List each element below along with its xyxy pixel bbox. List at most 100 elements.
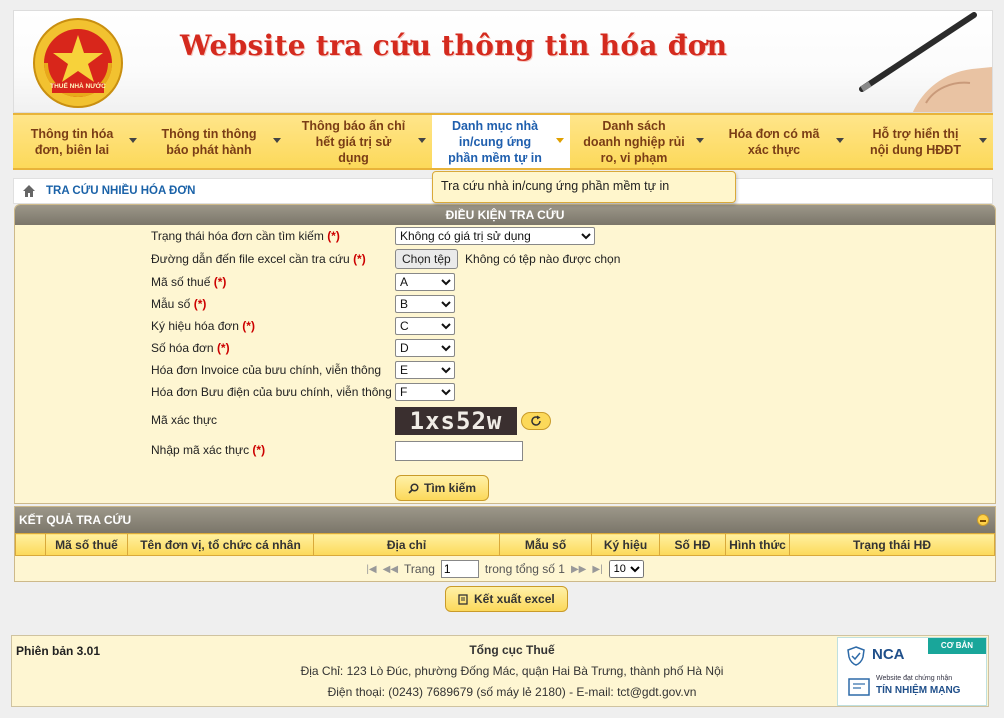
shield-icon (847, 646, 865, 666)
page-total-text: trong tổng số 1 (484, 562, 565, 576)
certificate-icon (848, 678, 870, 696)
required-mark: (*) (353, 252, 366, 266)
invoice-status-select[interactable]: Không có giá trị sử dụng (395, 227, 595, 245)
logo-text: THUẾ NHÀ NƯỚC (50, 83, 106, 90)
nav-item-risky-enterprises[interactable]: Danh sách doanh nghiệp rủi ro, vi phạm (570, 115, 710, 168)
required-mark: (*) (252, 443, 266, 457)
tax-code-label-text: Mã số thuế (151, 275, 211, 289)
required-mark: (*) (213, 275, 227, 289)
tax-emblem-logo[interactable] (32, 17, 124, 109)
footer: Phiên bản 3.01 Tổng cục Thuế Địa Chỉ: 12… (11, 635, 989, 707)
required-mark: (*) (193, 297, 207, 311)
column-header-template: Mẫu số (499, 533, 592, 556)
nav-item-label: Thông tin hóa đơn, biên lai (30, 126, 114, 157)
template-column-select[interactable]: B (395, 295, 455, 313)
pen-hand-illustration (859, 12, 992, 112)
captcha-label: Mã xác thực (151, 413, 218, 427)
template-label-text: Mẫu số (151, 297, 191, 311)
results-header-row: Mã số thuế Tên đơn vị, tổ chức cá nhân Đ… (15, 533, 995, 556)
first-page-icon[interactable]: |◀ (366, 564, 376, 575)
status-label: Trạng thái hóa đơn cần tìm kiếm (*) (151, 229, 340, 243)
captcha-image: 1xs52w (395, 407, 517, 435)
last-page-icon[interactable]: ▶| (592, 564, 602, 575)
pager: |◀ ◀◀ Trang trong tổng số 1 ▶▶ ▶| 10 (15, 556, 995, 582)
nav-item-label: Hỗ trợ hiển thị nội dung HĐĐT (870, 126, 961, 157)
chevron-down-icon (273, 138, 281, 143)
results-table: Mã số thuế Tên đơn vị, tổ chức cá nhân Đ… (15, 533, 995, 556)
export-icon (458, 593, 468, 605)
status-label-text: Trạng thái hóa đơn cần tìm kiếm (151, 229, 324, 243)
post-invoice-column-select[interactable]: F (395, 383, 455, 401)
column-header-symbol: Ký hiệu (591, 533, 660, 556)
home-icon[interactable] (22, 184, 36, 198)
search-button[interactable]: Tìm kiếm (395, 475, 490, 501)
refresh-captcha-button[interactable] (521, 412, 551, 430)
nav-item-label: Thông báo ấn chỉ hết giá trị sử dụng (301, 118, 406, 165)
nav-item-expired-forms[interactable]: Thông báo ấn chỉ hết giá trị sử dụng (287, 115, 432, 168)
collapse-icon[interactable] (977, 514, 989, 526)
previous-page-icon[interactable]: ◀◀ (383, 564, 398, 575)
refresh-icon (531, 415, 541, 426)
column-header-number: Số HĐ (659, 533, 726, 556)
chevron-down-icon (836, 138, 844, 143)
tax-code-label: Mã số thuế (*) (151, 275, 226, 289)
captcha-input[interactable] (395, 441, 523, 461)
invoice-number-label: Số hóa đơn (*) (151, 341, 230, 355)
tax-code-column-select[interactable]: A (395, 273, 455, 291)
column-header-checkbox (15, 533, 46, 556)
chevron-down-icon (696, 138, 704, 143)
column-header-form: Hình thức (725, 533, 790, 556)
nca-brand: NCA (872, 646, 905, 663)
nav-item-printer-catalog[interactable]: Danh mục nhà in/cung ứng phần mềm tự in (432, 115, 570, 168)
chevron-down-icon (129, 138, 137, 143)
required-mark: (*) (327, 229, 340, 243)
file-path-label: Đường dẫn đến file excel cần tra cứu (*) (151, 252, 366, 266)
results-title-text: KẾT QUẢ TRA CỨU (19, 513, 132, 527)
nav-item-einvoice-support[interactable]: Hỗ trợ hiển thị nội dung HĐĐT (850, 115, 993, 168)
chevron-down-icon (418, 138, 426, 143)
export-excel-button[interactable]: Kết xuất excel (445, 586, 568, 612)
page-label: Trang (404, 562, 435, 576)
chevron-down-icon (979, 138, 987, 143)
header-banner: THUẾ NHÀ NƯỚC Website tra cứu thông tin … (13, 10, 993, 113)
next-page-icon[interactable]: ▶▶ (571, 564, 586, 575)
nca-badge-tag: CƠ BẢN (928, 638, 986, 654)
nca-title: TÍN NHIỆM MẠNG (876, 685, 961, 696)
captcha-input-label-text: Nhập mã xác thực (151, 443, 250, 457)
page-number-input[interactable] (440, 560, 479, 578)
symbol-label: Ký hiệu hóa đơn (*) (151, 319, 255, 333)
nav-item-invoice-info[interactable]: Thông tin hóa đơn, biên lai (13, 115, 143, 168)
choose-file-button[interactable]: Chọn tệp (395, 249, 458, 269)
invoice-number-column-select[interactable]: D (395, 339, 455, 357)
search-icon (408, 482, 419, 494)
template-label: Mẫu số (*) (151, 297, 206, 311)
nav-item-release-notice[interactable]: Thông tin thông báo phát hành (143, 115, 287, 168)
invoice-number-label-text: Số hóa đơn (151, 341, 214, 355)
column-header-status: Trạng thái HĐ (789, 533, 995, 556)
invoice-post-column-select[interactable]: E (395, 361, 455, 379)
nav-item-label: Hóa đơn có mã xác thực (728, 126, 820, 157)
nav-dropdown-item-printer-lookup[interactable]: Tra cứu nhà in/cung ứng phần mềm tự in (432, 171, 736, 203)
required-mark: (*) (216, 341, 230, 355)
search-conditions-panel: ĐIỀU KIỆN TRA CỨU Trạng thái hóa đơn cần… (14, 204, 996, 504)
required-mark: (*) (242, 319, 255, 333)
symbol-label-text: Ký hiệu hóa đơn (151, 319, 239, 333)
nca-trust-badge[interactable]: CƠ BẢN NCA Website đạt chứng nhận TÍN NH… (837, 637, 987, 706)
chevron-down-icon (556, 138, 564, 143)
nav-item-verified-invoices[interactable]: Hóa đơn có mã xác thực (710, 115, 850, 168)
column-header-name: Tên đơn vị, tổ chức cá nhân (127, 533, 314, 556)
export-button-label: Kết xuất excel (474, 592, 555, 606)
file-path-label-text: Đường dẫn đến file excel cần tra cứu (151, 252, 350, 266)
page-size-select[interactable]: 10 (608, 560, 644, 578)
column-header-address: Địa chỉ (313, 533, 500, 556)
file-status-text: Không có tệp nào được chọn (465, 252, 621, 266)
column-header-tax-code: Mã số thuế (45, 533, 128, 556)
site-title: Website tra cứu thông tin hóa đơn (180, 29, 728, 62)
post-invoice-label: Hóa đơn Bưu điện của bưu chính, viễn thô… (151, 385, 392, 399)
breadcrumb-current[interactable]: TRA CỨU NHIỀU HÓA ĐƠN (46, 185, 195, 197)
captcha-input-label: Nhập mã xác thực (*) (151, 443, 265, 457)
page: THUẾ NHÀ NƯỚC Website tra cứu thông tin … (0, 0, 1004, 718)
symbol-column-select[interactable]: C (395, 317, 455, 335)
nav-item-label: Thông tin thông báo phát hành (161, 126, 257, 157)
results-panel: KẾT QUẢ TRA CỨU Mã số thuế Tên đơn vị, t… (14, 506, 996, 582)
